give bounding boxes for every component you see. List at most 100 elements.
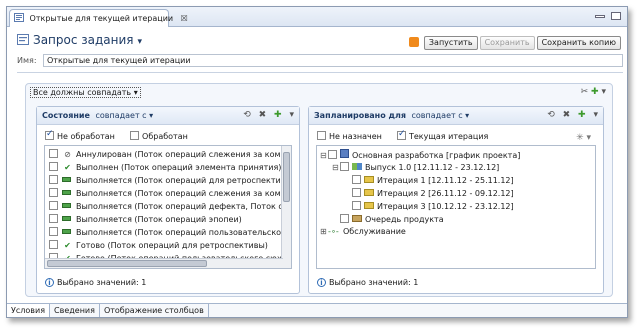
status-modifier[interactable]: совпадает с ▾	[95, 111, 153, 120]
close-icon[interactable]: ☒	[181, 14, 188, 23]
divider	[17, 72, 623, 73]
list-item[interactable]: ✔ Готово (Поток операций для ретроспектив…	[49, 240, 268, 251]
info-icon: i	[317, 278, 326, 287]
node-checkbox[interactable]	[328, 150, 337, 159]
progress-icon	[62, 229, 71, 234]
planned-modifier[interactable]: совпадает с ▾	[412, 111, 470, 120]
refresh-icon[interactable]: ⟲	[547, 110, 555, 120]
list-item[interactable]: Выполняется (Поток операций эпопеи)	[49, 214, 242, 225]
list-item[interactable]: ⊘ Аннулирован (Поток операций слежения за…	[49, 149, 291, 160]
tab-conditions[interactable]: Условия	[7, 304, 51, 317]
check-icon: ✔	[64, 163, 71, 172]
name-label: Имя:	[17, 56, 37, 65]
release-icon	[352, 163, 362, 170]
timeline-icon	[340, 149, 349, 158]
status-selected-count: i Выбрано значений: 1	[45, 278, 146, 287]
menu-chevron-icon[interactable]: ▾	[289, 110, 294, 120]
tree-node[interactable]: Итерация 1 [12.11.12 - 25.11.12]	[352, 175, 514, 186]
run-button[interactable]: Запустить	[423, 36, 478, 50]
collapse-icon[interactable]: ⊟	[320, 151, 327, 160]
item-label: Выполняется (Поток операций для ретроспе…	[76, 176, 292, 185]
tree-node[interactable]: Итерация 2 [26.11.12 - 09.12.12]	[352, 188, 514, 199]
tree-node[interactable]: Очередь продукта	[340, 214, 444, 225]
item-label: Готово (Поток операций для ретроспективы…	[76, 241, 268, 250]
name-field[interactable]: Открытые для текущей итерации	[43, 54, 623, 67]
tree-node[interactable]: ⊟ Основная разработка [график проекта]	[320, 149, 520, 160]
planned-modifier-text: совпадает с	[411, 111, 463, 120]
vertical-scrollbar[interactable]	[281, 146, 291, 268]
menu-chevron-icon[interactable]: ▾	[593, 110, 598, 120]
remove-icon[interactable]: ✖	[563, 110, 571, 120]
node-checkbox[interactable]	[340, 162, 349, 171]
current-iteration-checkbox[interactable]	[396, 129, 406, 140]
node-checkbox[interactable]	[352, 201, 361, 210]
save-button[interactable]: Сохранить	[479, 36, 535, 50]
menu-chevron-icon[interactable]: ▾	[601, 87, 606, 97]
editor-tab[interactable]: Открытые для текущей итерации ☒	[9, 9, 188, 27]
page-title: Запрос задания ▾	[17, 33, 142, 47]
list-item[interactable]: Выполняется (Поток операций пользователь…	[49, 227, 290, 238]
horizontal-scrollbar[interactable]	[45, 258, 283, 268]
item-checkbox[interactable]	[49, 175, 58, 184]
list-item[interactable]: Выполняется (Поток операций для ретроспе…	[49, 175, 292, 186]
add-icon[interactable]: ✚	[274, 110, 282, 120]
add-icon[interactable]: ✚	[578, 110, 586, 120]
status-panel-toolbar: ⟲ ✖ ✚ ▾	[238, 110, 294, 120]
conditions-heading[interactable]: Все должны совпадать ▾	[30, 87, 141, 98]
list-item[interactable]: Выполняется (Поток операций дефекта, Пот…	[49, 201, 291, 212]
collapse-icon[interactable]: ⊟	[332, 163, 339, 172]
node-label: Очередь продукта	[365, 215, 444, 224]
list-item[interactable]: ✔ Выполнен (Поток операций элемента приня…	[49, 162, 281, 173]
iteration-tree[interactable]: ⊟ Основная разработка [график проекта] ⊟ В…	[316, 145, 596, 269]
unassigned-checkbox[interactable]	[317, 131, 326, 140]
unassigned-label: Не назначен	[329, 132, 382, 141]
node-label: Обслуживание	[343, 227, 406, 236]
chevron-down-icon: ▾	[133, 88, 138, 97]
status-list[interactable]: ⊘ Аннулирован (Поток операций слежения за…	[44, 145, 292, 269]
minimize-icon[interactable]	[595, 15, 606, 18]
chevron-down-icon[interactable]: ▾	[138, 37, 143, 47]
node-label: Итерация 1 [12.11.12 - 25.11.12]	[377, 176, 514, 185]
item-checkbox[interactable]	[49, 227, 58, 236]
query-icon	[14, 13, 24, 22]
iteration-icon	[364, 202, 374, 209]
timeline-filter-icon[interactable]: ✳ ▾	[576, 133, 591, 143]
planned-filters: Не назначен Текущая итерация	[317, 129, 488, 141]
scrollbar-thumb[interactable]	[283, 152, 290, 202]
tree-node[interactable]: ⊞-∘- Обслуживание	[320, 227, 406, 238]
add-icon[interactable]: ✚	[591, 87, 599, 97]
list-item[interactable]: Выполняется (Поток операций слежения за …	[49, 188, 291, 199]
iteration-icon	[364, 176, 374, 183]
progress-icon	[62, 203, 71, 208]
item-checkbox[interactable]	[49, 188, 58, 197]
item-checkbox[interactable]	[49, 149, 58, 158]
refresh-icon[interactable]: ⟲	[243, 110, 251, 120]
node-checkbox[interactable]	[352, 188, 361, 197]
remove-all-icon[interactable]: ✂	[581, 87, 589, 97]
remove-icon[interactable]: ✖	[259, 110, 267, 120]
window-controls	[592, 12, 621, 22]
planned-panel-toolbar: ⟲ ✖ ✚ ▾	[542, 110, 598, 120]
item-checkbox[interactable]	[49, 240, 58, 249]
scrollbar-thumb[interactable]	[47, 260, 207, 267]
item-label: Выполняется (Поток операций эпопеи)	[76, 215, 242, 224]
tab-column-display[interactable]: Отображение столбцов	[100, 304, 209, 317]
item-checkbox[interactable]	[49, 162, 58, 171]
tree-node[interactable]: Итерация 3 [10.12.12 - 23.12.12]	[352, 201, 514, 212]
resolved-checkbox[interactable]	[130, 131, 140, 140]
query-icon	[17, 34, 29, 45]
tree-node[interactable]: ⊟ Выпуск 1.0 [12.11.12 - 23.12.12]	[332, 162, 499, 173]
maximize-icon[interactable]	[611, 12, 621, 20]
item-label: Выполнен (Поток операций элемента принят…	[76, 163, 282, 172]
node-checkbox[interactable]	[352, 175, 361, 184]
unresolved-checkbox[interactable]	[45, 129, 54, 140]
feed-icon[interactable]	[408, 37, 419, 47]
section-toolbar: ✂ ✚ ▾	[581, 87, 606, 97]
item-checkbox[interactable]	[49, 214, 58, 223]
planned-count-text: Выбрано значений: 1	[329, 278, 419, 287]
save-copy-button[interactable]: Сохранить копию	[536, 36, 621, 50]
expand-icon[interactable]: ⊞	[320, 227, 327, 236]
tab-details[interactable]: Сведения	[50, 304, 100, 317]
item-checkbox[interactable]	[49, 201, 58, 210]
node-checkbox[interactable]	[340, 214, 349, 223]
